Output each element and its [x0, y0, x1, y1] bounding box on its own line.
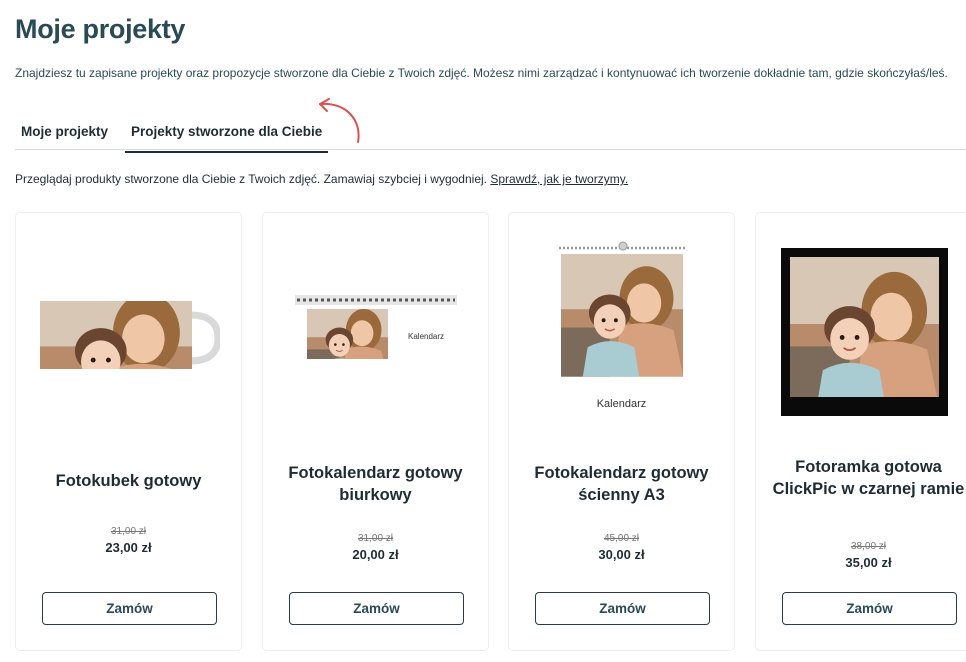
tab-my-projects[interactable]: Moje projekty — [21, 124, 108, 139]
price: 20,00 zł — [352, 547, 399, 562]
page-intro: Znajdziesz tu zapisane projekty oraz pro… — [15, 66, 948, 80]
old-price: 38,00 zł — [850, 541, 887, 552]
desk-calendar-image — [295, 295, 457, 361]
order-button[interactable]: Zamów — [42, 592, 217, 625]
product-title: Fotokalendarz gotowy ścienny A3 — [534, 464, 709, 504]
price: 35,00 zł — [845, 555, 892, 570]
product-card-mug[interactable]: Fotokubek gotowy 31,00 zł 23,00 zł Zamów — [15, 212, 242, 651]
price: 30,00 zł — [598, 547, 645, 562]
product-card-wall-calendar[interactable]: Kalendarz Fotokalendarz gotowy ścienny A… — [508, 212, 735, 651]
curved-arrow-icon — [319, 98, 360, 143]
tab-projects-for-you[interactable]: Projekty stworzone dla Ciebie — [125, 124, 329, 153]
page-title: Moje projekty — [15, 14, 186, 44]
subintro: Przeglądaj produkty stworzone dla Ciebie… — [15, 172, 628, 186]
old-price: 31,00 zł — [110, 526, 147, 537]
subintro-text: Przeglądaj produkty stworzone dla Ciebie… — [15, 172, 491, 186]
old-price: 31,00 zł — [357, 533, 394, 544]
product-card-frame[interactable]: Fotoramka gotowa ClickPic w czarnej rami… — [755, 212, 966, 651]
how-we-create-link[interactable]: Sprawdź, jak je tworzymy. — [490, 172, 628, 186]
tabs-bar: Moje projekty Projekty stworzone dla Cie… — [15, 112, 966, 153]
calendar-label: Kalendarz — [408, 332, 445, 341]
order-button[interactable]: Zamów — [289, 592, 464, 625]
order-button[interactable]: Zamów — [782, 592, 957, 625]
product-card-desk-calendar[interactable]: Kalendarz Fotokalendarz gotowy biurkowy … — [262, 212, 489, 651]
product-title: Fotokalendarz gotowy biurkowy — [288, 464, 463, 504]
mug-image — [40, 301, 220, 369]
order-button[interactable]: Zamów — [535, 592, 710, 625]
old-price: 45,00 zł — [603, 533, 640, 544]
price: 23,00 zł — [105, 540, 152, 555]
product-title: Fotokubek gotowy — [55, 472, 202, 490]
product-title: Fotoramka gotowa ClickPic w czarnej rami… — [772, 458, 965, 498]
wall-calendar-image — [559, 241, 687, 419]
calendar-label: Kalendarz — [596, 398, 647, 410]
black-frame-image — [781, 248, 948, 416]
